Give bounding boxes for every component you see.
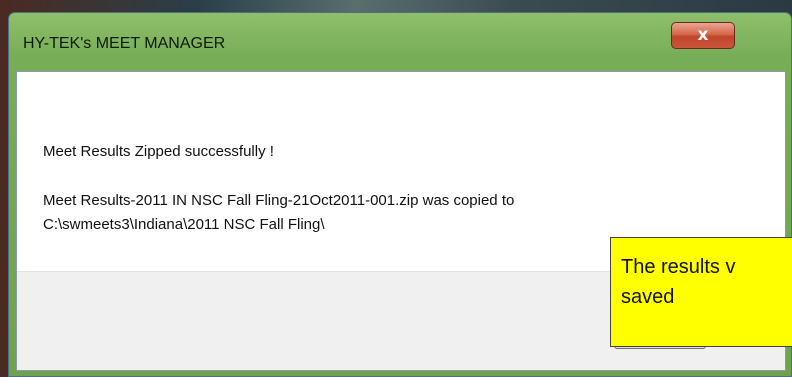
callout-line-1: The results v — [621, 256, 736, 278]
window-title: HY-TEK's MEET MANAGER — [23, 35, 226, 52]
destination-path: C:\swmeets3\Indiana\2011 NSC Fall Fling\ — [43, 216, 325, 233]
annotation-callout: The results v saved — [610, 237, 792, 347]
callout-line-2: saved — [621, 286, 675, 308]
copy-message: Meet Results-2011 IN NSC Fall Fling-21Oc… — [43, 192, 515, 209]
close-icon: x — [697, 25, 709, 45]
success-message: Meet Results Zipped successfully ! — [43, 143, 274, 160]
close-button[interactable]: x — [671, 22, 735, 49]
title-bar[interactable]: HY-TEK's MEET MANAGER x — [9, 13, 791, 71]
